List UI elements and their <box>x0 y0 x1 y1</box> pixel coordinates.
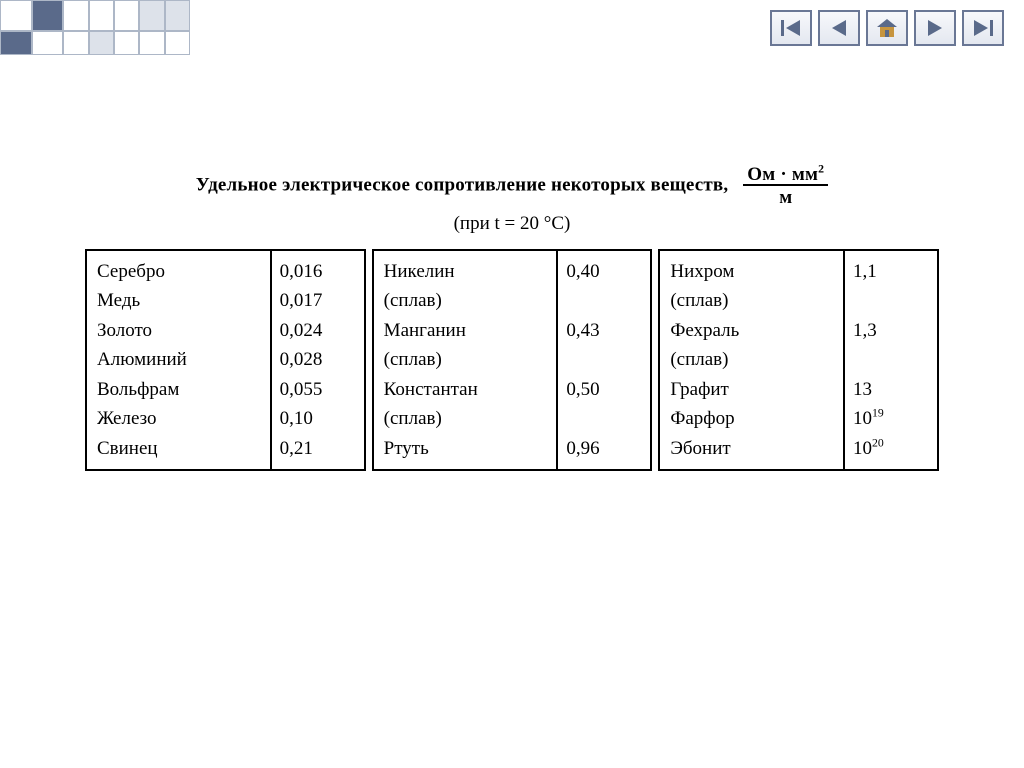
table-column: Никелин(сплав)Манганин(сплав)Константан(… <box>372 249 653 471</box>
material-value: 0,50 <box>566 375 642 404</box>
material-value: 1,3 <box>853 316 929 345</box>
material-value <box>566 286 642 315</box>
slide-decoration <box>0 0 190 55</box>
material-name: Свинец <box>97 434 260 463</box>
home-icon <box>875 17 899 39</box>
material-name: Фехраль <box>670 316 833 345</box>
material-value: 0,40 <box>566 257 642 286</box>
material-name: (сплав) <box>384 404 547 433</box>
next-icon <box>925 19 945 37</box>
material-name: Эбонит <box>670 434 833 463</box>
material-name: Фарфор <box>670 404 833 433</box>
material-value: 0,43 <box>566 316 642 345</box>
material-name: Никелин <box>384 257 547 286</box>
nav-prev-button[interactable] <box>818 10 860 46</box>
table-column: СереброМедьЗолотоАлюминийВольфрамЖелезоС… <box>85 249 366 471</box>
material-name: (сплав) <box>670 286 833 315</box>
material-value: 0,017 <box>280 286 356 315</box>
material-value: 0,96 <box>566 434 642 463</box>
unit-num-exp: 2 <box>818 163 824 176</box>
material-value: 0,016 <box>280 257 356 286</box>
material-name: Серебро <box>97 257 260 286</box>
material-value: 0,055 <box>280 375 356 404</box>
nav-first-button[interactable] <box>770 10 812 46</box>
material-name: Нихром <box>670 257 833 286</box>
title-text: Удельное электрическое сопротивление нек… <box>196 174 729 195</box>
nav-next-button[interactable] <box>914 10 956 46</box>
material-name: Манганин <box>384 316 547 345</box>
last-icon <box>972 19 994 37</box>
material-value <box>853 286 929 315</box>
slide-content: Удельное электрическое сопротивление нек… <box>0 165 1024 471</box>
resistivity-table: СереброМедьЗолотоАлюминийВольфрамЖелезоС… <box>85 249 939 471</box>
material-value: 1,1 <box>853 257 929 286</box>
material-name: Ртуть <box>384 434 547 463</box>
material-value <box>853 345 929 374</box>
material-name: (сплав) <box>384 286 547 315</box>
first-icon <box>780 19 802 37</box>
material-name: Алюминий <box>97 345 260 374</box>
material-name: Константан <box>384 375 547 404</box>
material-name: Железо <box>97 404 260 433</box>
material-name: (сплав) <box>384 345 547 374</box>
table-title: Удельное электрическое сопротивление нек… <box>85 165 939 207</box>
nav-home-button[interactable] <box>866 10 908 46</box>
material-name: (сплав) <box>670 345 833 374</box>
material-value: 0,10 <box>280 404 356 433</box>
table-column: Нихром(сплав)Фехраль(сплав)ГрафитФарфорЭ… <box>658 249 939 471</box>
material-value <box>566 345 642 374</box>
material-value <box>566 404 642 433</box>
material-name: Графит <box>670 375 833 404</box>
material-value: 0,21 <box>280 434 356 463</box>
unit-denominator: м <box>743 186 828 207</box>
nav-last-button[interactable] <box>962 10 1004 46</box>
slide-navigation <box>770 10 1004 46</box>
material-value: 0,028 <box>280 345 356 374</box>
material-value: 13 <box>853 375 929 404</box>
unit-fraction: Ом · мм2 м <box>743 165 828 207</box>
prev-icon <box>829 19 849 37</box>
material-value: 1020 <box>853 434 929 463</box>
table-subtitle: (при t = 20 °C) <box>85 213 939 235</box>
material-value: 1019 <box>853 404 929 433</box>
material-name: Медь <box>97 286 260 315</box>
material-name: Золото <box>97 316 260 345</box>
material-value: 0,024 <box>280 316 356 345</box>
unit-numerator: Ом · мм <box>747 164 818 185</box>
material-name: Вольфрам <box>97 375 260 404</box>
